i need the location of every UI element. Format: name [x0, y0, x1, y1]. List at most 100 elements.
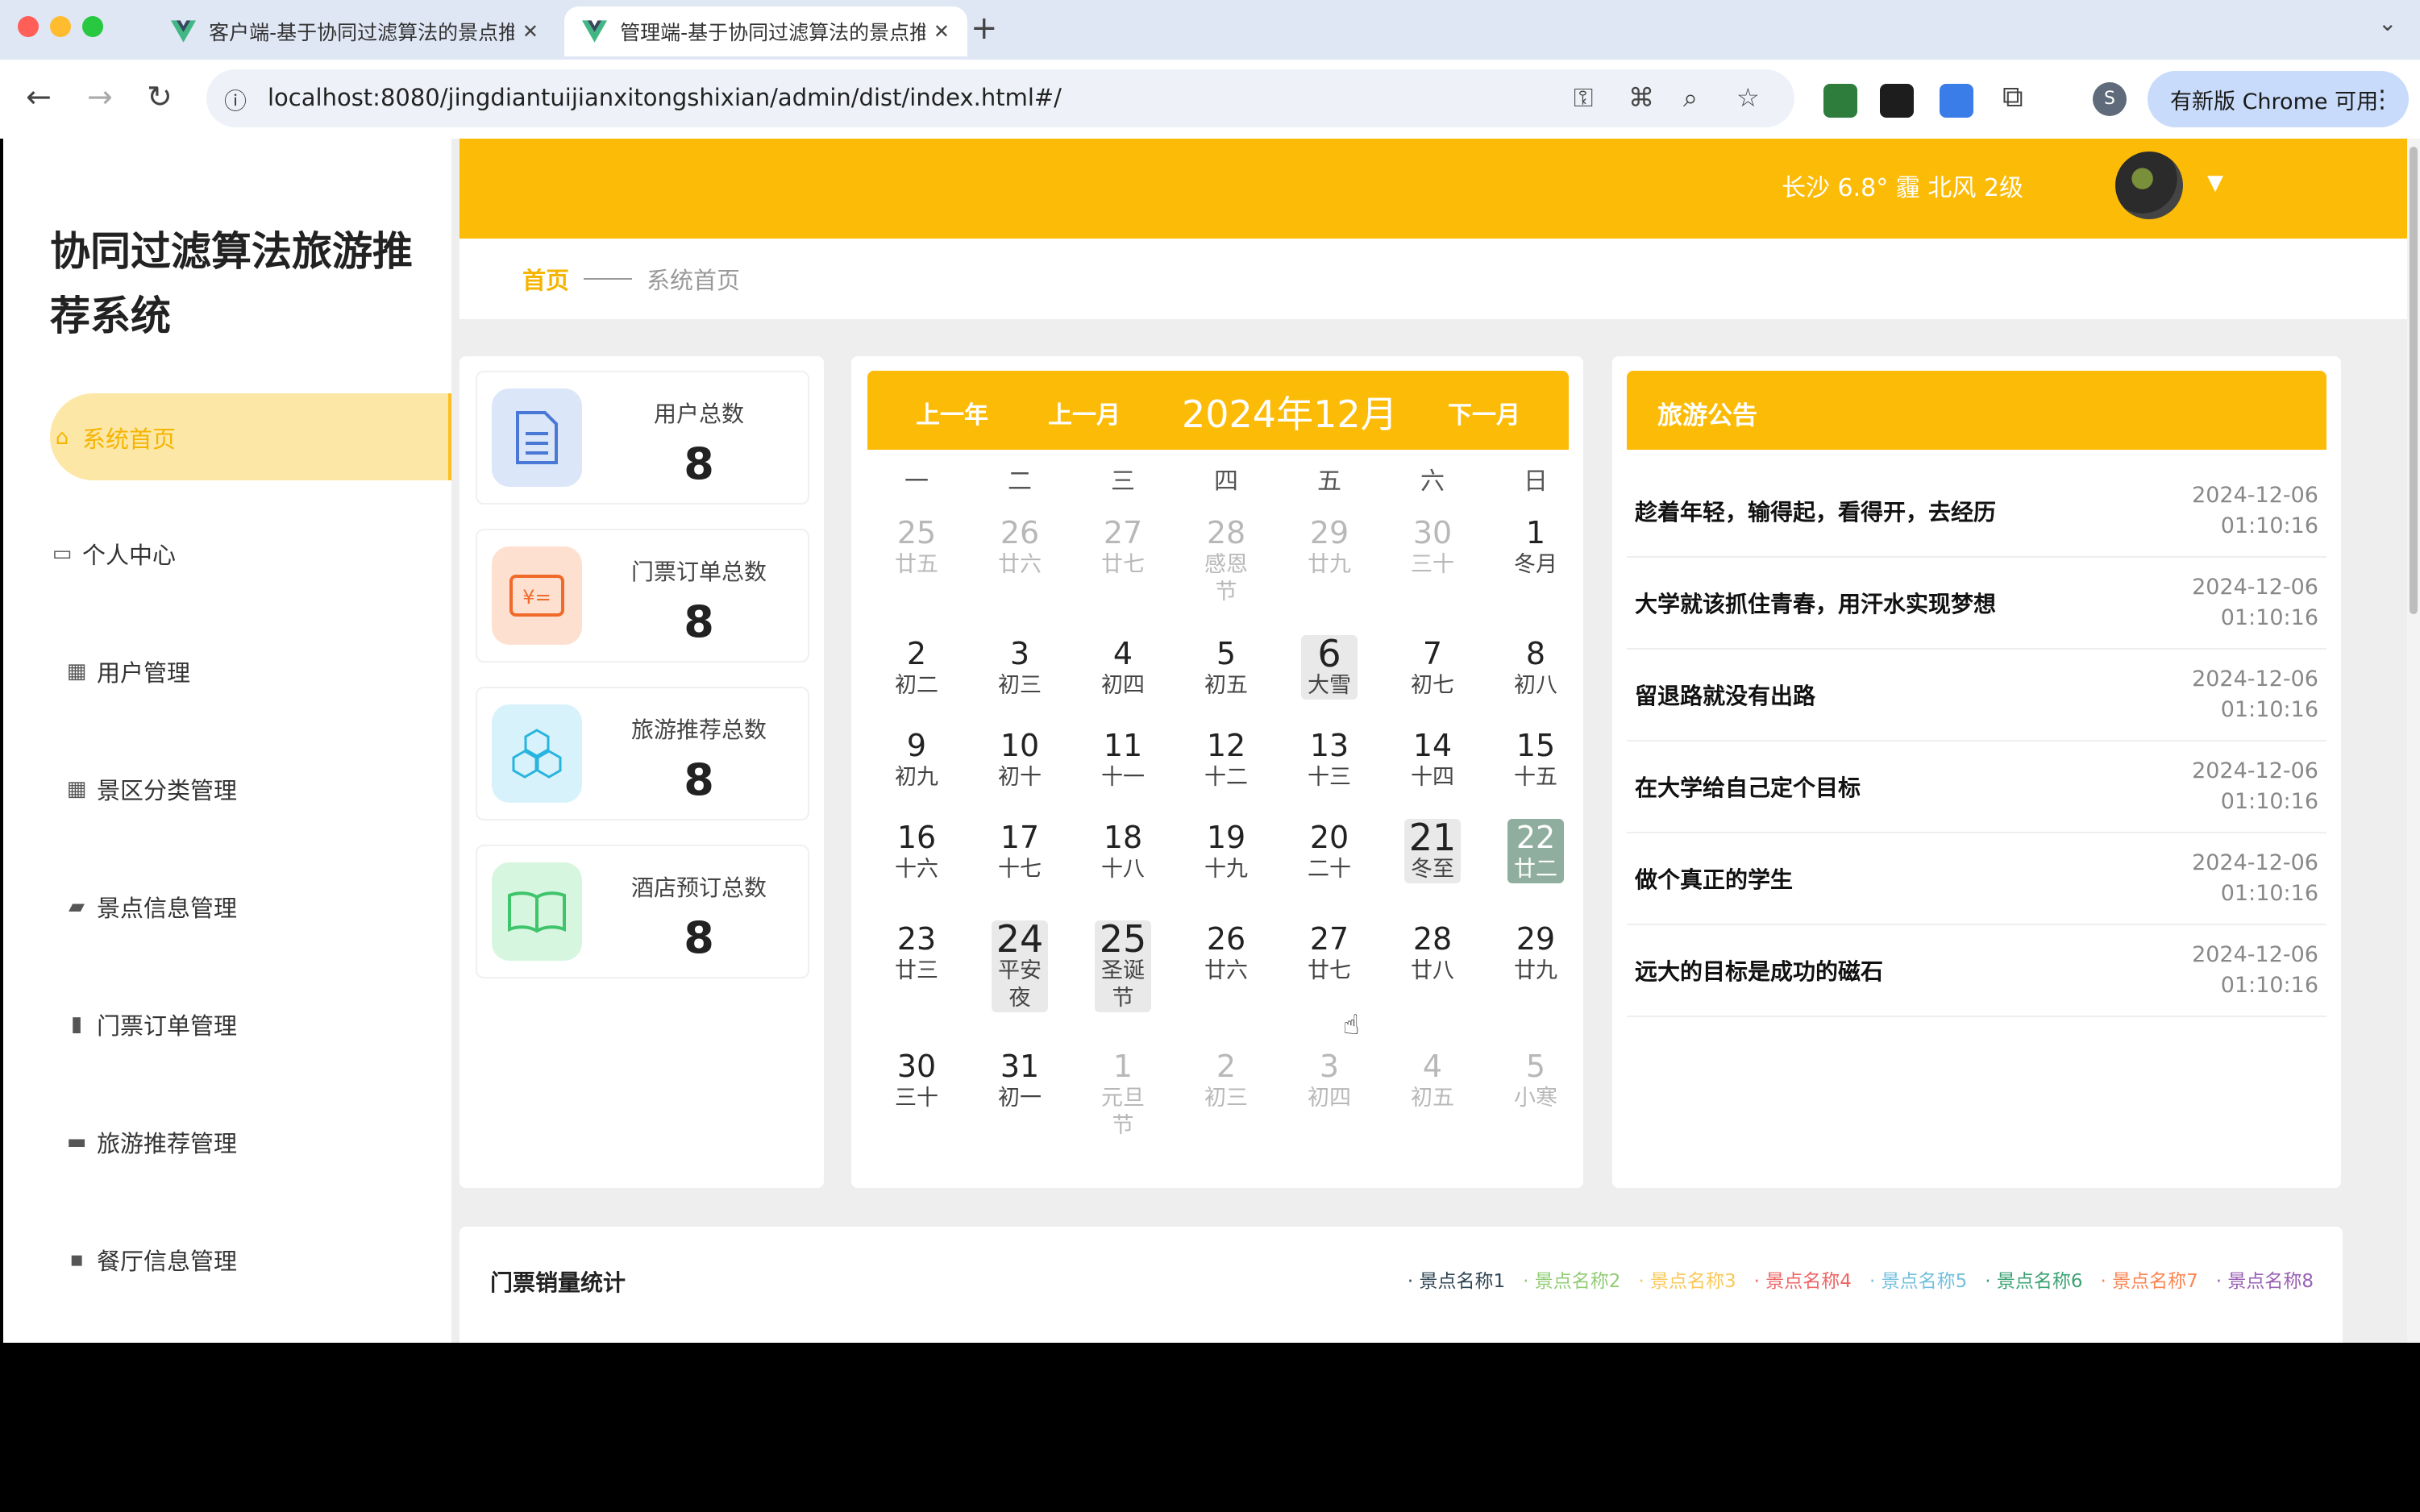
- window-zoom-button[interactable]: [82, 16, 103, 37]
- calendar-day[interactable]: 23 廿三: [888, 920, 945, 985]
- legend-item[interactable]: · 景点名称4: [1754, 1265, 1852, 1293]
- legend-item[interactable]: · 景点名称6: [1985, 1265, 2082, 1293]
- calendar-day[interactable]: 3 初四: [1301, 1048, 1358, 1112]
- calendar-day[interactable]: 9 初九: [888, 727, 945, 791]
- legend-item[interactable]: · 景点名称1: [1408, 1265, 1505, 1293]
- sidebar-item-home[interactable]: ⌂ 系统首页: [50, 417, 176, 458]
- calendar-day[interactable]: 29 廿九: [1507, 920, 1564, 985]
- calendar-day[interactable]: 16 十六: [888, 819, 945, 883]
- address-bar[interactable]: ⓘ localhost:8080/jingdiantuijianxitongsh…: [206, 69, 1794, 127]
- calendar-day[interactable]: 25 廿五: [888, 514, 945, 579]
- window-close-button[interactable]: [18, 16, 39, 37]
- window-minimize-button[interactable]: [50, 16, 71, 37]
- sidebar-item-profile[interactable]: ▭ 个人中心: [50, 534, 176, 574]
- calendar-day[interactable]: 29 廿九: [1301, 514, 1358, 579]
- legend-item[interactable]: · 景点名称8: [2216, 1265, 2314, 1293]
- stat-card-users[interactable]: 用户总数 8: [476, 371, 809, 505]
- calendar-day[interactable]: 5 初五: [1198, 635, 1254, 700]
- stat-card-travel-recommend[interactable]: 旅游推荐总数 8: [476, 687, 809, 820]
- url-text[interactable]: localhost:8080/jingdiantuijianxitongshix…: [268, 84, 1062, 111]
- notice-row[interactable]: 在大学给自己定个目标 2024-12-06 01:10:16: [1627, 741, 2326, 833]
- calendar-day[interactable]: 15 十五: [1507, 727, 1564, 791]
- calendar-day[interactable]: 27 廿七: [1095, 514, 1151, 579]
- stat-card-ticket-orders[interactable]: ¥= 门票订单总数 8: [476, 529, 809, 663]
- calendar-day[interactable]: 18 十八: [1095, 819, 1151, 883]
- calendar-day[interactable]: 27 廿七: [1301, 920, 1358, 985]
- prev-year-button[interactable]: 上一年: [916, 395, 988, 430]
- legend-item[interactable]: · 景点名称2: [1523, 1265, 1620, 1293]
- extension-dark-icon[interactable]: [1880, 84, 1914, 118]
- calendar-day[interactable]: 14 十四: [1404, 727, 1461, 791]
- back-arrow-icon[interactable]: ←: [26, 79, 52, 114]
- calendar-day[interactable]: 19 十九: [1198, 819, 1254, 883]
- calendar-day[interactable]: 31 初一: [992, 1048, 1048, 1112]
- user-avatar[interactable]: [2115, 152, 2183, 219]
- calendar-day[interactable]: 10 初十: [992, 727, 1048, 791]
- extensions-puzzle-icon[interactable]: ⧉: [2002, 81, 2023, 114]
- translate-icon[interactable]: ⌘: [1628, 82, 1654, 113]
- sidebar-item-attractions[interactable]: ▰ 景点信息管理: [64, 887, 237, 927]
- chrome-update-button[interactable]: 有新版 Chrome 可用 ⋮: [2148, 71, 2409, 127]
- tab-close-icon[interactable]: ✕: [522, 20, 538, 43]
- page-scrollbar[interactable]: [2407, 139, 2420, 1343]
- google-translate-icon[interactable]: [1940, 84, 1973, 118]
- calendar-day[interactable]: 26 廿六: [992, 514, 1048, 579]
- calendar-day[interactable]: 1 元旦节: [1095, 1048, 1151, 1140]
- tab-client[interactable]: 客户端-基于协同过滤算法的景点推荐系统 ✕: [153, 6, 556, 56]
- calendar-day[interactable]: 6 大雪: [1301, 635, 1358, 700]
- calendar-day[interactable]: 28 廿八: [1404, 920, 1461, 985]
- tab-admin[interactable]: 管理端-基于协同过滤算法的景点推荐系统 ✕: [564, 6, 967, 56]
- calendar-day[interactable]: 28 感恩节: [1198, 514, 1254, 606]
- sidebar-item-ticket-orders[interactable]: ▮ 门票订单管理: [64, 1004, 237, 1045]
- legend-item[interactable]: · 景点名称3: [1638, 1265, 1736, 1293]
- calendar-day[interactable]: 22 廿二: [1507, 819, 1564, 883]
- calendar-day[interactable]: 30 三十: [1404, 514, 1461, 579]
- tab-list-chevron-icon[interactable]: ⌄: [2378, 10, 2397, 36]
- calendar-day[interactable]: 11 十一: [1095, 727, 1151, 791]
- forward-arrow-icon[interactable]: →: [87, 79, 113, 114]
- scrollbar-thumb[interactable]: [2410, 147, 2418, 614]
- zoom-icon[interactable]: ⌕: [1683, 82, 1698, 114]
- sidebar-item-users[interactable]: ▦ 用户管理: [64, 651, 190, 692]
- site-info-icon[interactable]: ⓘ: [224, 84, 247, 116]
- calendar-day[interactable]: 25 圣诞节: [1095, 920, 1151, 1012]
- calendar-day[interactable]: 1 冬月: [1507, 514, 1564, 579]
- calendar-day[interactable]: 12 十二: [1198, 727, 1254, 791]
- calendar-day[interactable]: 21 冬至: [1404, 819, 1461, 883]
- calendar-day[interactable]: 5 小寒: [1507, 1048, 1564, 1112]
- legend-item[interactable]: · 景点名称7: [2100, 1265, 2198, 1293]
- calendar-day[interactable]: 30 三十: [888, 1048, 945, 1112]
- prev-month-button[interactable]: 上一月: [1048, 395, 1121, 430]
- breadcrumb-home[interactable]: 首页: [522, 262, 569, 296]
- key-icon[interactable]: ⚿: [1574, 82, 1593, 114]
- extension-on-icon[interactable]: [1823, 84, 1857, 118]
- calendar-day[interactable]: 20 二十: [1301, 819, 1358, 883]
- legend-item[interactable]: · 景点名称5: [1869, 1265, 1967, 1293]
- reload-icon[interactable]: ↻: [147, 79, 173, 114]
- bookmark-star-icon[interactable]: ☆: [1736, 82, 1760, 113]
- stat-card-hotel-booking[interactable]: 酒店预订总数 8: [476, 845, 809, 978]
- sidebar-item-restaurants[interactable]: ▪ 餐厅信息管理: [64, 1240, 237, 1280]
- calendar-day[interactable]: 2 初二: [888, 635, 945, 700]
- notice-row[interactable]: 留退路就没有出路 2024-12-06 01:10:16: [1627, 650, 2326, 741]
- tab-close-icon[interactable]: ✕: [933, 20, 950, 43]
- notice-row[interactable]: 远大的目标是成功的磁石 2024-12-06 01:10:16: [1627, 925, 2326, 1017]
- calendar-day[interactable]: 26 廿六: [1198, 920, 1254, 985]
- calendar-day[interactable]: 3 初三: [992, 635, 1048, 700]
- calendar-day[interactable]: 7 初七: [1404, 635, 1461, 700]
- sidebar-item-scenic-category[interactable]: ▦ 景区分类管理: [64, 769, 237, 809]
- calendar-day[interactable]: 8 初八: [1507, 635, 1564, 700]
- profile-avatar[interactable]: S: [2093, 82, 2127, 116]
- notice-row[interactable]: 趁着年轻，输得起，看得开，去经历 2024-12-06 01:10:16: [1627, 466, 2326, 558]
- notice-row[interactable]: 大学就该抓住青春，用汗水实现梦想 2024-12-06 01:10:16: [1627, 558, 2326, 650]
- calendar-day[interactable]: 24 平安夜: [992, 920, 1048, 1012]
- sidebar-item-travel-recommend[interactable]: ▬ 旅游推荐管理: [64, 1122, 237, 1162]
- calendar-day[interactable]: 2 初三: [1198, 1048, 1254, 1112]
- notice-row[interactable]: 做个真正的学生 2024-12-06 01:10:16: [1627, 833, 2326, 925]
- new-tab-button[interactable]: +: [971, 10, 998, 47]
- calendar-day[interactable]: 4 初四: [1095, 635, 1151, 700]
- calendar-day[interactable]: 4 初五: [1404, 1048, 1461, 1112]
- next-month-button[interactable]: 下一月: [1448, 395, 1520, 430]
- calendar-day[interactable]: 13 十三: [1301, 727, 1358, 791]
- more-menu-icon[interactable]: ⋮: [2370, 85, 2394, 114]
